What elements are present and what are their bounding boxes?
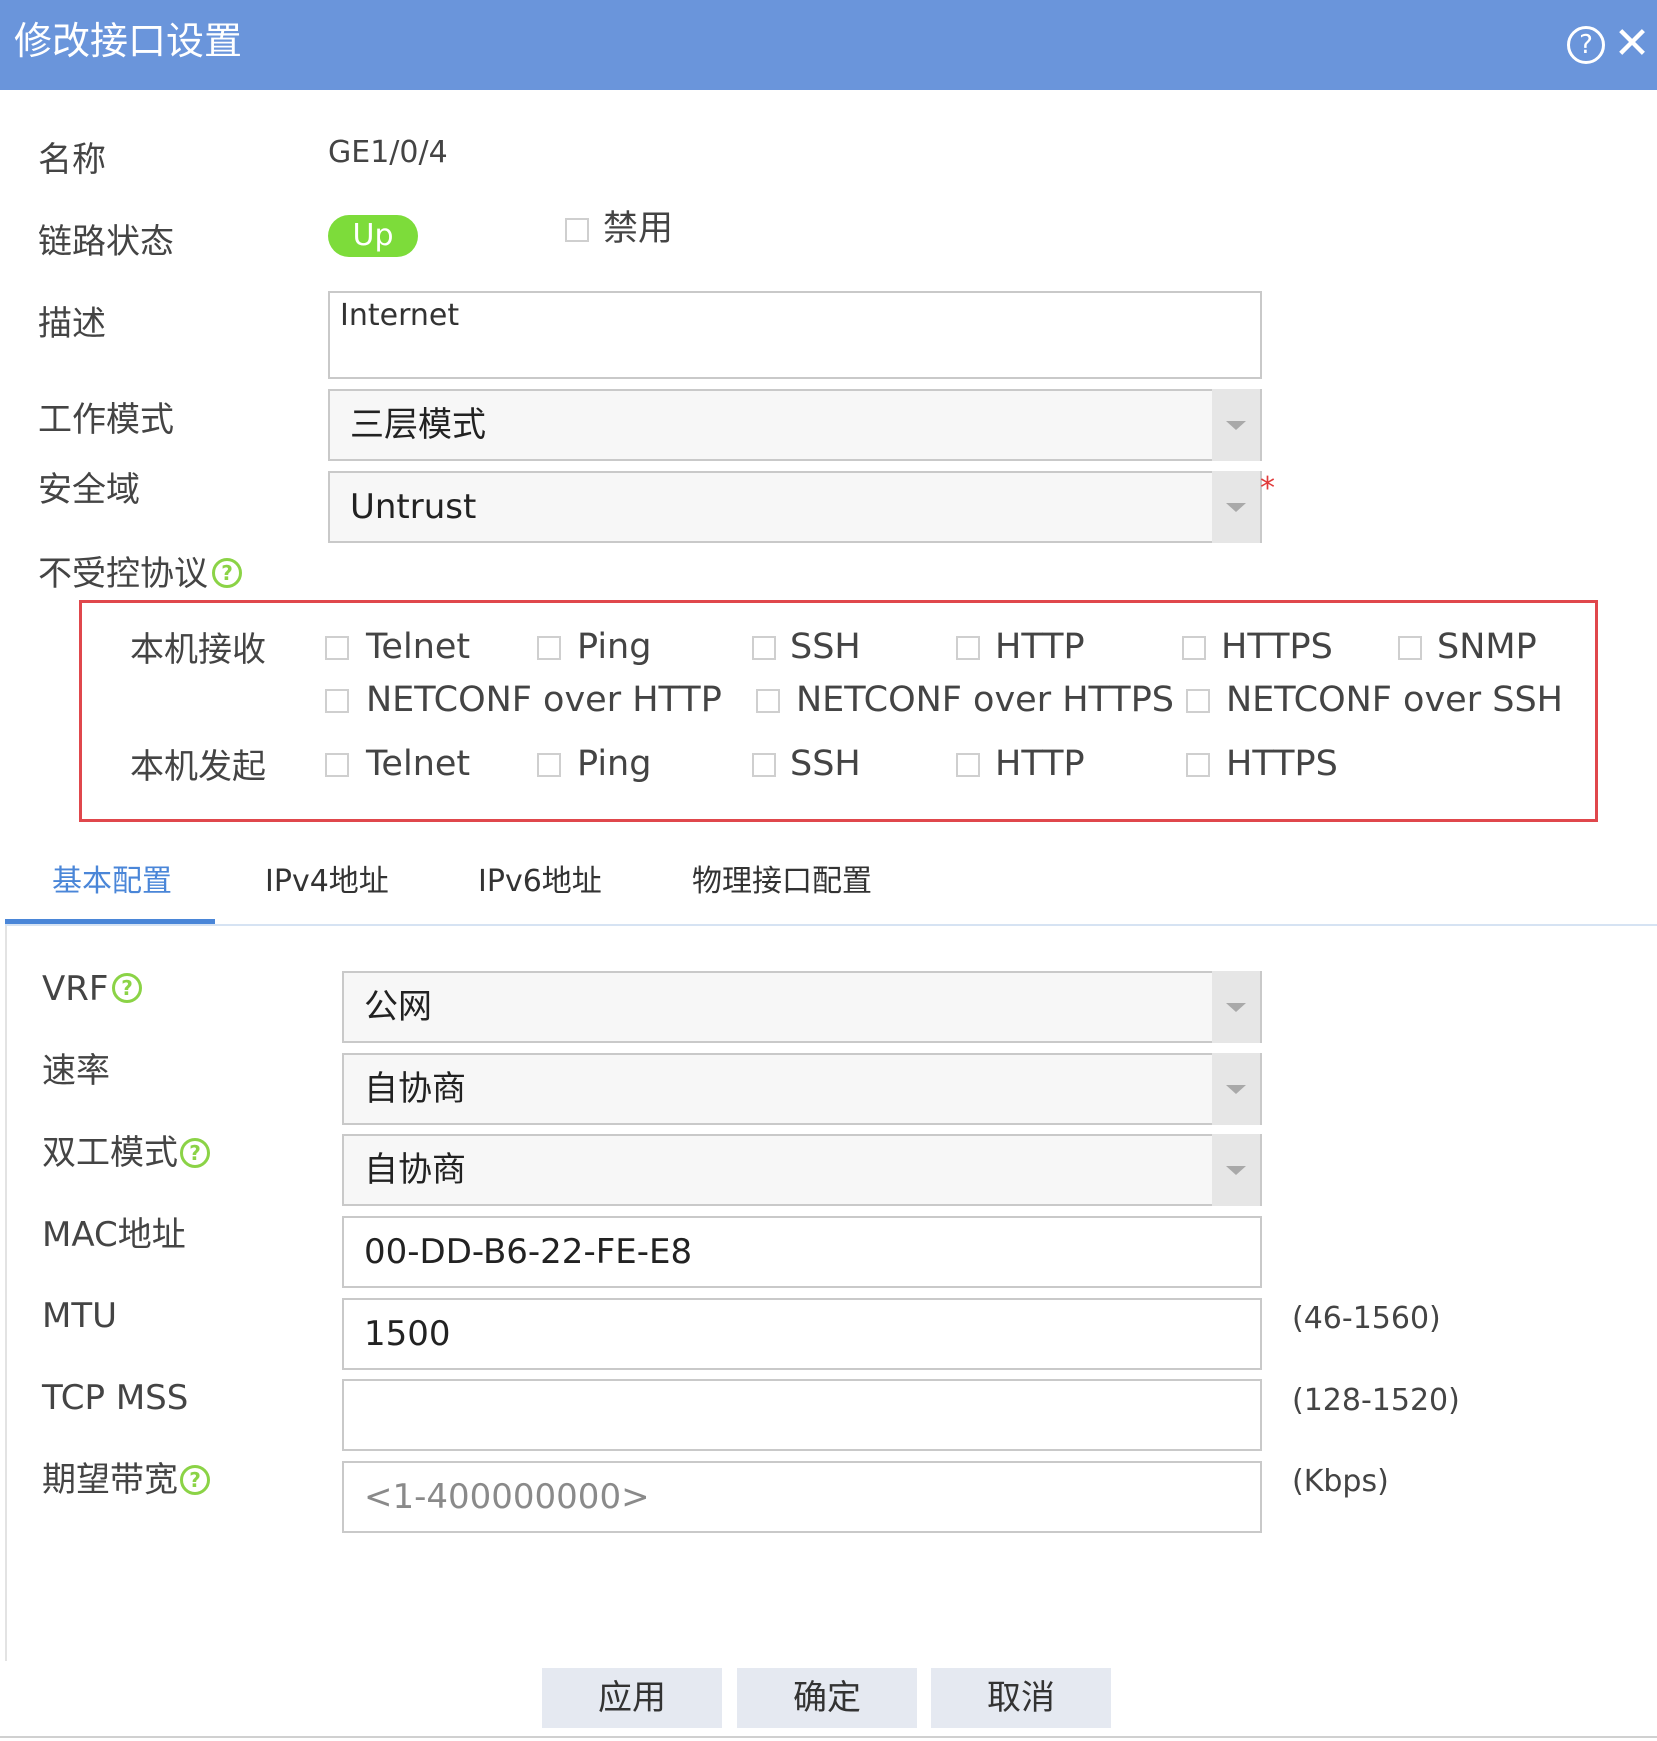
dialog-title: 修改接口设置 — [14, 19, 243, 63]
link-status-badge: Up — [328, 215, 418, 257]
mtu-range-hint: (46-1560) — [1292, 1301, 1441, 1336]
tab-ipv6-address[interactable]: IPv6地址 — [478, 862, 602, 902]
security-zone-select[interactable]: Untrust — [328, 471, 1262, 543]
tab-ipv4-address[interactable]: IPv4地址 — [265, 862, 389, 902]
mtu-label: MTU — [42, 1296, 117, 1336]
name-value: GE1/0/4 — [328, 135, 448, 170]
tab-basic-config[interactable]: 基本配置 — [52, 862, 172, 902]
initiate-telnet-label: Telnet — [366, 744, 471, 784]
disable-label: 禁用 — [603, 209, 674, 249]
duplex-mode-value: 自协商 — [364, 1150, 466, 1190]
duplex-mode-label: 双工模式 — [42, 1133, 178, 1173]
receive-netconf-ssh-label: NETCONF over SSH — [1226, 680, 1563, 720]
mac-address-label: MAC地址 — [42, 1215, 186, 1255]
ok-button[interactable]: 确定 — [737, 1668, 917, 1728]
tcp-mss-field[interactable] — [342, 1379, 1262, 1451]
local-receive-label: 本机接收 — [130, 630, 266, 670]
receive-ping-label: Ping — [577, 627, 652, 667]
receive-netconf-https-label: NETCONF over HTTPS — [796, 680, 1175, 720]
work-mode-value: 三层模式 — [350, 405, 486, 445]
vrf-select[interactable]: 公网 — [342, 971, 1262, 1043]
mac-address-field[interactable]: 00-DD-B6-22-FE-E8 — [342, 1216, 1262, 1288]
dialog-bottom-border — [0, 1736, 1657, 1738]
help-icon[interactable]: ? — [1567, 26, 1605, 64]
receive-http-label: HTTP — [995, 627, 1085, 667]
receive-netconf-ssh-checkbox[interactable] — [1186, 689, 1210, 713]
work-mode-label: 工作模式 — [38, 400, 174, 440]
expected-bandwidth-placeholder: <1-400000000> — [364, 1477, 650, 1517]
disable-checkbox[interactable] — [565, 218, 589, 242]
bandwidth-unit-hint: (Kbps) — [1292, 1464, 1389, 1499]
help-icon[interactable]: ? — [212, 558, 242, 588]
initiate-telnet-checkbox[interactable] — [325, 753, 349, 777]
receive-https-checkbox[interactable] — [1182, 636, 1206, 660]
expected-bandwidth-field[interactable]: <1-400000000> — [342, 1461, 1262, 1533]
receive-netconf-http-checkbox[interactable] — [325, 689, 349, 713]
dialog-title-bar: 修改接口设置 ? ✕ — [0, 0, 1657, 90]
initiate-http-label: HTTP — [995, 744, 1085, 784]
chevron-down-icon[interactable] — [1212, 389, 1260, 461]
expected-bandwidth-label: 期望带宽 — [42, 1460, 178, 1500]
receive-netconf-https-checkbox[interactable] — [756, 689, 780, 713]
security-zone-value: Untrust — [350, 487, 477, 527]
chevron-down-icon[interactable] — [1212, 971, 1260, 1043]
rate-label: 速率 — [42, 1051, 110, 1091]
panel-border — [5, 926, 7, 1661]
description-field[interactable]: Internet — [328, 291, 1262, 379]
work-mode-select[interactable]: 三层模式 — [328, 389, 1262, 461]
initiate-https-checkbox[interactable] — [1186, 753, 1210, 777]
mtu-value: 1500 — [364, 1314, 451, 1354]
required-mark: * — [1260, 471, 1275, 506]
close-icon[interactable]: ✕ — [1612, 20, 1652, 68]
local-initiate-label: 本机发起 — [130, 747, 266, 787]
receive-snmp-label: SNMP — [1437, 627, 1537, 667]
help-icon[interactable]: ? — [112, 973, 142, 1003]
description-label: 描述 — [38, 304, 106, 344]
receive-ping-checkbox[interactable] — [537, 636, 561, 660]
receive-https-label: HTTPS — [1221, 627, 1333, 667]
receive-telnet-checkbox[interactable] — [325, 636, 349, 660]
initiate-ssh-label: SSH — [790, 744, 861, 784]
receive-netconf-http-label: NETCONF over HTTP — [366, 680, 722, 720]
tcp-mss-range-hint: (128-1520) — [1292, 1383, 1460, 1418]
uncontrolled-protocols-label: 不受控协议 — [38, 554, 208, 594]
initiate-ping-checkbox[interactable] — [537, 753, 561, 777]
receive-telnet-label: Telnet — [366, 627, 471, 667]
receive-ssh-checkbox[interactable] — [752, 636, 776, 660]
cancel-button[interactable]: 取消 — [931, 1668, 1111, 1728]
duplex-mode-select[interactable]: 自协商 — [342, 1134, 1262, 1206]
initiate-https-label: HTTPS — [1226, 744, 1338, 784]
help-icon[interactable]: ? — [180, 1138, 210, 1168]
tcp-mss-label: TCP MSS — [42, 1378, 189, 1418]
vrf-label: VRF — [42, 969, 109, 1009]
receive-ssh-label: SSH — [790, 627, 861, 667]
security-zone-label: 安全域 — [38, 470, 140, 510]
name-label: 名称 — [38, 140, 106, 180]
mtu-field[interactable]: 1500 — [342, 1298, 1262, 1370]
initiate-http-checkbox[interactable] — [956, 753, 980, 777]
chevron-down-icon[interactable] — [1212, 471, 1260, 543]
receive-snmp-checkbox[interactable] — [1398, 636, 1422, 660]
apply-button[interactable]: 应用 — [542, 1668, 722, 1728]
vrf-value: 公网 — [364, 987, 432, 1027]
chevron-down-icon[interactable] — [1212, 1053, 1260, 1125]
initiate-ping-label: Ping — [577, 744, 652, 784]
mac-address-value: 00-DD-B6-22-FE-E8 — [364, 1232, 693, 1272]
tab-divider — [5, 924, 1657, 926]
link-status-label: 链路状态 — [38, 222, 174, 262]
help-icon[interactable]: ? — [180, 1465, 210, 1495]
rate-value: 自协商 — [364, 1069, 466, 1109]
rate-select[interactable]: 自协商 — [342, 1053, 1262, 1125]
receive-http-checkbox[interactable] — [956, 636, 980, 660]
chevron-down-icon[interactable] — [1212, 1134, 1260, 1206]
tab-physical-interface[interactable]: 物理接口配置 — [692, 862, 872, 902]
modify-interface-dialog: 修改接口设置 ? ✕ 名称 GE1/0/4 链路状态 Up 禁用 描述 Inte… — [0, 0, 1657, 1741]
initiate-ssh-checkbox[interactable] — [752, 753, 776, 777]
